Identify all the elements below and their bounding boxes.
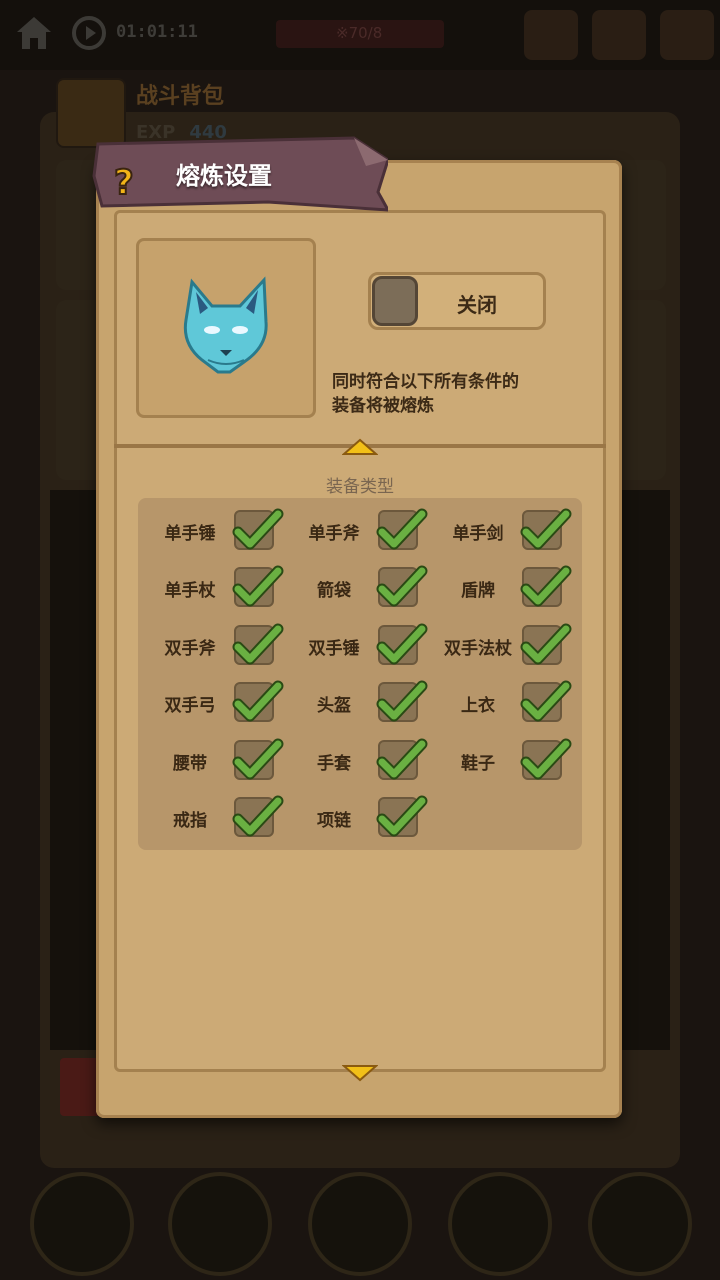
equipment-type-label: 单手杖 <box>164 581 216 601</box>
equipment-type-label: 头盔 <box>317 696 351 716</box>
equipment-type-checkbox[interactable] <box>232 738 284 780</box>
checkmark-icon <box>376 508 428 550</box>
map-button[interactable] <box>524 10 578 60</box>
equipment-type-checkbox[interactable] <box>376 795 428 837</box>
bottom-skill-1[interactable] <box>30 1172 134 1276</box>
bottom-skill-2[interactable] <box>168 1172 272 1276</box>
resource-bar: ※70/8 <box>276 20 444 48</box>
checkmark-icon <box>232 565 284 607</box>
checkmark-icon <box>376 565 428 607</box>
toggle-knob[interactable] <box>372 276 418 326</box>
equipment-type-checkbox[interactable] <box>520 738 572 780</box>
checkmark-icon <box>376 680 428 722</box>
smelt-toggle[interactable]: 关闭 <box>368 272 546 330</box>
checkmark-icon <box>232 795 284 837</box>
fox-pet-icon <box>183 276 268 374</box>
equipment-type-label: 上衣 <box>461 696 495 716</box>
checkmark-icon <box>232 508 284 550</box>
equipment-type-checkbox[interactable] <box>232 508 284 550</box>
bottom-skill-4[interactable] <box>448 1172 552 1276</box>
equipment-type-heading: 装备类型 <box>326 477 394 497</box>
equipment-type-label: 鞋子 <box>461 754 495 774</box>
equipment-type-checkbox[interactable] <box>232 680 284 722</box>
backpack-title: 战斗背包 <box>136 84 225 109</box>
equipment-type-checkbox[interactable] <box>376 738 428 780</box>
description-line-2: 装备将被熔炼 <box>332 396 434 416</box>
checkmark-icon <box>520 508 572 550</box>
equipment-type-label: 箭袋 <box>317 581 351 601</box>
equipment-type-checkbox[interactable] <box>376 623 428 665</box>
smelt-description: 同时符合以下所有条件的 装备将被熔炼 <box>332 370 582 418</box>
equipment-type-checkbox[interactable] <box>376 680 428 722</box>
question-mark-icon[interactable]: ? <box>110 160 144 200</box>
chest-button[interactable] <box>592 10 646 60</box>
checkmark-icon <box>520 623 572 665</box>
dialog-title: 熔炼设置 <box>176 162 272 190</box>
svg-text:?: ? <box>114 163 134 200</box>
equipment-type-label: 单手斧 <box>308 524 360 544</box>
equipment-type-label: 盾牌 <box>461 581 495 601</box>
bag-button[interactable] <box>660 10 714 60</box>
equipment-type-checkbox[interactable] <box>520 680 572 722</box>
checkmark-icon <box>376 623 428 665</box>
checkmark-icon <box>376 738 428 780</box>
equipment-type-label: 双手弓 <box>164 696 216 716</box>
scroll-down-arrow-icon[interactable] <box>342 1064 378 1082</box>
equipment-type-label: 双手锤 <box>308 639 360 659</box>
equipment-type-label: 双手法杖 <box>444 639 512 659</box>
equipment-type-label: 双手斧 <box>164 639 216 659</box>
equipment-type-checkbox[interactable] <box>520 623 572 665</box>
equipment-type-checkbox[interactable] <box>520 508 572 550</box>
checkmark-icon <box>232 623 284 665</box>
checkmark-icon <box>232 680 284 722</box>
equipment-type-checkbox[interactable] <box>232 565 284 607</box>
equipment-type-checkbox[interactable] <box>376 565 428 607</box>
equipment-type-checkbox[interactable] <box>232 795 284 837</box>
timer-icon <box>72 16 106 50</box>
bottom-skill-5[interactable] <box>588 1172 692 1276</box>
scroll-up-arrow-icon[interactable] <box>342 438 378 456</box>
equipment-type-checkbox[interactable] <box>520 565 572 607</box>
equipment-type-label: 单手剑 <box>452 524 504 544</box>
checkmark-icon <box>520 680 572 722</box>
checkmark-icon <box>232 738 284 780</box>
equipment-type-label: 戒指 <box>173 811 207 831</box>
resource-bar-text: ※70/8 <box>336 24 383 42</box>
home-icon[interactable] <box>14 14 54 52</box>
bottom-skill-3[interactable] <box>308 1172 412 1276</box>
equipment-type-grid <box>138 498 582 850</box>
timer-text: 01:01:11 <box>116 22 198 42</box>
equipment-type-label: 腰带 <box>173 754 207 774</box>
equipment-type-label: 手套 <box>317 754 351 774</box>
checkmark-icon <box>520 565 572 607</box>
checkmark-icon <box>376 795 428 837</box>
equipment-type-label: 单手锤 <box>164 524 216 544</box>
equipment-type-checkbox[interactable] <box>232 623 284 665</box>
description-line-1: 同时符合以下所有条件的 <box>332 372 519 392</box>
checkmark-icon <box>520 738 572 780</box>
equipment-type-label: 项链 <box>317 811 351 831</box>
equipment-type-checkbox[interactable] <box>376 508 428 550</box>
toggle-label: 关闭 <box>457 293 497 317</box>
